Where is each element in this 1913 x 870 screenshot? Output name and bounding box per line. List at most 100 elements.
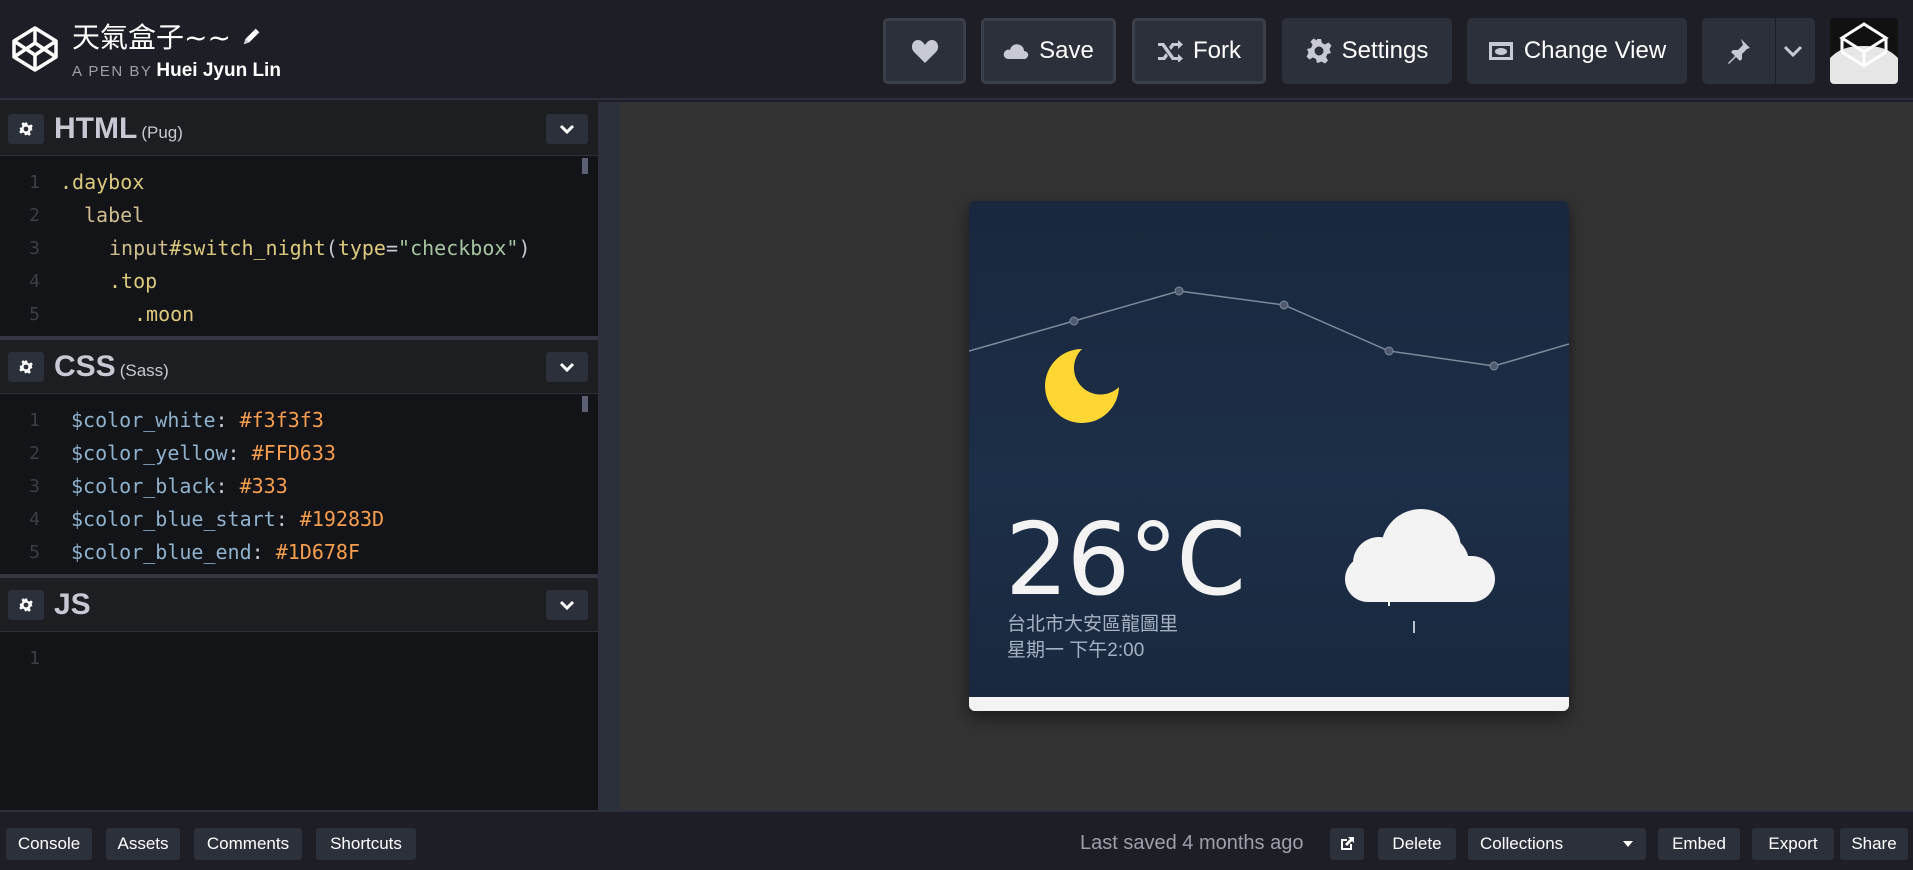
chevron-down-icon bbox=[559, 124, 575, 135]
comments-button[interactable]: Comments bbox=[194, 828, 302, 860]
code-text: input#switch_night(type="checkbox") bbox=[109, 232, 531, 265]
line-number: 3 bbox=[29, 238, 40, 259]
line-number: 5 bbox=[29, 304, 40, 325]
codepen-logo-icon[interactable] bbox=[10, 24, 60, 74]
embed-button[interactable]: Embed bbox=[1658, 828, 1740, 860]
line-number: 4 bbox=[29, 271, 40, 292]
code-line: 3 $color_black: #333 bbox=[0, 470, 598, 503]
export-button[interactable]: Export bbox=[1752, 828, 1834, 860]
fork-icon bbox=[1158, 40, 1183, 62]
shortcuts-button[interactable]: Shortcuts bbox=[316, 828, 416, 860]
code-token: $color_white bbox=[71, 408, 216, 432]
css-code-editor[interactable]: 1 $color_white: #f3f3f3 2 $color_yellow: #… bbox=[0, 394, 598, 574]
save-label: Save bbox=[1039, 37, 1094, 64]
code-token: #f3f3f3 bbox=[239, 408, 324, 432]
code-token: $color_black bbox=[71, 474, 216, 498]
open-external-button[interactable] bbox=[1330, 828, 1364, 860]
temperature-value: 26°C bbox=[1005, 501, 1246, 618]
js-settings-button[interactable] bbox=[8, 590, 44, 620]
code-token: $color_blue_start bbox=[71, 507, 276, 531]
layout-view-icon bbox=[1488, 42, 1513, 60]
bottom-bar: Console Assets Comments Shortcuts Last s… bbox=[0, 810, 1913, 870]
delete-button[interactable]: Delete bbox=[1378, 828, 1456, 860]
trend-point bbox=[1279, 300, 1289, 310]
pen-byline: A PEN BY Huei Jyun Lin bbox=[72, 60, 281, 82]
js-editor-header: JS bbox=[0, 578, 598, 632]
html-editor-title: HTML (Pug) bbox=[54, 112, 183, 146]
code-line: 4 .top bbox=[0, 265, 598, 298]
code-token: : bbox=[251, 540, 264, 564]
code-token: #19283D bbox=[299, 507, 385, 531]
gear-icon bbox=[19, 598, 33, 612]
editor-column: HTML (Pug) 1 .daybox 2 label 3 input#switch_… bbox=[0, 102, 598, 810]
byline-prefix: A PEN BY bbox=[72, 63, 153, 80]
code-line: 2 $color_yellow: #FFD633 bbox=[0, 437, 598, 470]
chevron-down-icon[interactable] bbox=[1782, 39, 1804, 63]
code-token: #switch_night bbox=[169, 236, 326, 260]
last-saved-text: Last saved 4 months ago bbox=[1080, 832, 1304, 854]
css-settings-button[interactable] bbox=[8, 352, 44, 382]
code-line: 1 bbox=[0, 642, 598, 675]
code-line: 3 input#switch_night(type="checkbox") bbox=[0, 232, 598, 265]
code-text: .daybox bbox=[60, 170, 145, 194]
scrollbar-thumb[interactable] bbox=[582, 158, 588, 174]
card-bottom-strip bbox=[969, 697, 1569, 711]
html-code-editor[interactable]: 1 .daybox 2 label 3 input#switch_night(type… bbox=[0, 156, 598, 336]
caret-down-icon bbox=[1623, 841, 1633, 847]
resize-gutter[interactable] bbox=[598, 102, 620, 810]
code-text: label bbox=[84, 203, 145, 227]
code-token: #333 bbox=[239, 474, 288, 498]
chevron-down-icon bbox=[559, 600, 575, 611]
line-number: 4 bbox=[29, 509, 40, 530]
html-collapse-button[interactable] bbox=[546, 114, 588, 144]
share-button[interactable]: Share bbox=[1840, 828, 1908, 860]
pen-title-text[interactable]: 天氣盒子~~ bbox=[72, 16, 231, 56]
weather-card[interactable]: 26°C 台北市大安區龍圖里 星期一 下午2:00 bbox=[969, 201, 1569, 711]
heart-icon bbox=[911, 40, 938, 63]
js-editor-title: JS bbox=[54, 588, 91, 621]
save-button[interactable]: Save bbox=[981, 18, 1116, 84]
code-token: $color_yellow bbox=[71, 441, 228, 465]
code-token: : bbox=[215, 408, 228, 432]
code-text: $color_yellow: #FFD633 bbox=[71, 437, 336, 470]
code-text: $color_blue_start: #19283D bbox=[71, 503, 384, 536]
collections-dropdown[interactable]: Collections bbox=[1468, 828, 1646, 860]
code-text: $color_blue_end: #1D678F bbox=[71, 536, 360, 569]
html-label: HTML bbox=[54, 112, 138, 145]
line-number: 3 bbox=[29, 476, 40, 497]
fork-button[interactable]: Fork bbox=[1132, 18, 1266, 84]
code-text: .moon bbox=[134, 302, 195, 326]
code-line: 4 $color_blue_start: #19283D bbox=[0, 503, 598, 536]
js-code-editor[interactable]: 1 bbox=[0, 632, 598, 810]
html-settings-button[interactable] bbox=[8, 114, 44, 144]
collections-label: Collections bbox=[1480, 834, 1564, 853]
pen-title[interactable]: 天氣盒子~~ bbox=[72, 16, 263, 56]
code-token: $color_blue_end bbox=[71, 540, 252, 564]
js-collapse-button[interactable] bbox=[546, 590, 588, 620]
line-number: 5 bbox=[29, 542, 40, 563]
pin-divider bbox=[1775, 18, 1776, 84]
top-bar: 天氣盒子~~ A PEN BY Huei Jyun Lin Save Fork S… bbox=[0, 0, 1913, 100]
css-editor-header: CSS (Sass) bbox=[0, 340, 598, 394]
author-link[interactable]: Huei Jyun Lin bbox=[156, 60, 281, 81]
like-button[interactable] bbox=[883, 18, 966, 84]
code-token: : bbox=[275, 507, 288, 531]
console-button[interactable]: Console bbox=[6, 828, 92, 860]
pin-icon bbox=[1727, 39, 1750, 64]
pencil-icon[interactable] bbox=[241, 25, 263, 47]
settings-button[interactable]: Settings bbox=[1282, 18, 1452, 84]
scrollbar-thumb[interactable] bbox=[582, 396, 588, 412]
fork-label: Fork bbox=[1193, 37, 1241, 64]
code-text: $color_black: #333 bbox=[71, 470, 288, 503]
gear-icon bbox=[19, 122, 33, 136]
css-collapse-button[interactable] bbox=[546, 352, 588, 382]
change-view-button[interactable]: Change View bbox=[1467, 18, 1687, 84]
gear-icon bbox=[19, 360, 33, 374]
code-token: : bbox=[227, 441, 240, 465]
code-token: type bbox=[337, 236, 386, 260]
code-line: 1 $color_white: #f3f3f3 bbox=[0, 404, 598, 437]
pin-button[interactable] bbox=[1702, 18, 1815, 84]
assets-button[interactable]: Assets bbox=[106, 828, 180, 860]
user-avatar[interactable] bbox=[1830, 18, 1898, 84]
datetime-text: 星期一 下午2:00 bbox=[1007, 640, 1145, 661]
